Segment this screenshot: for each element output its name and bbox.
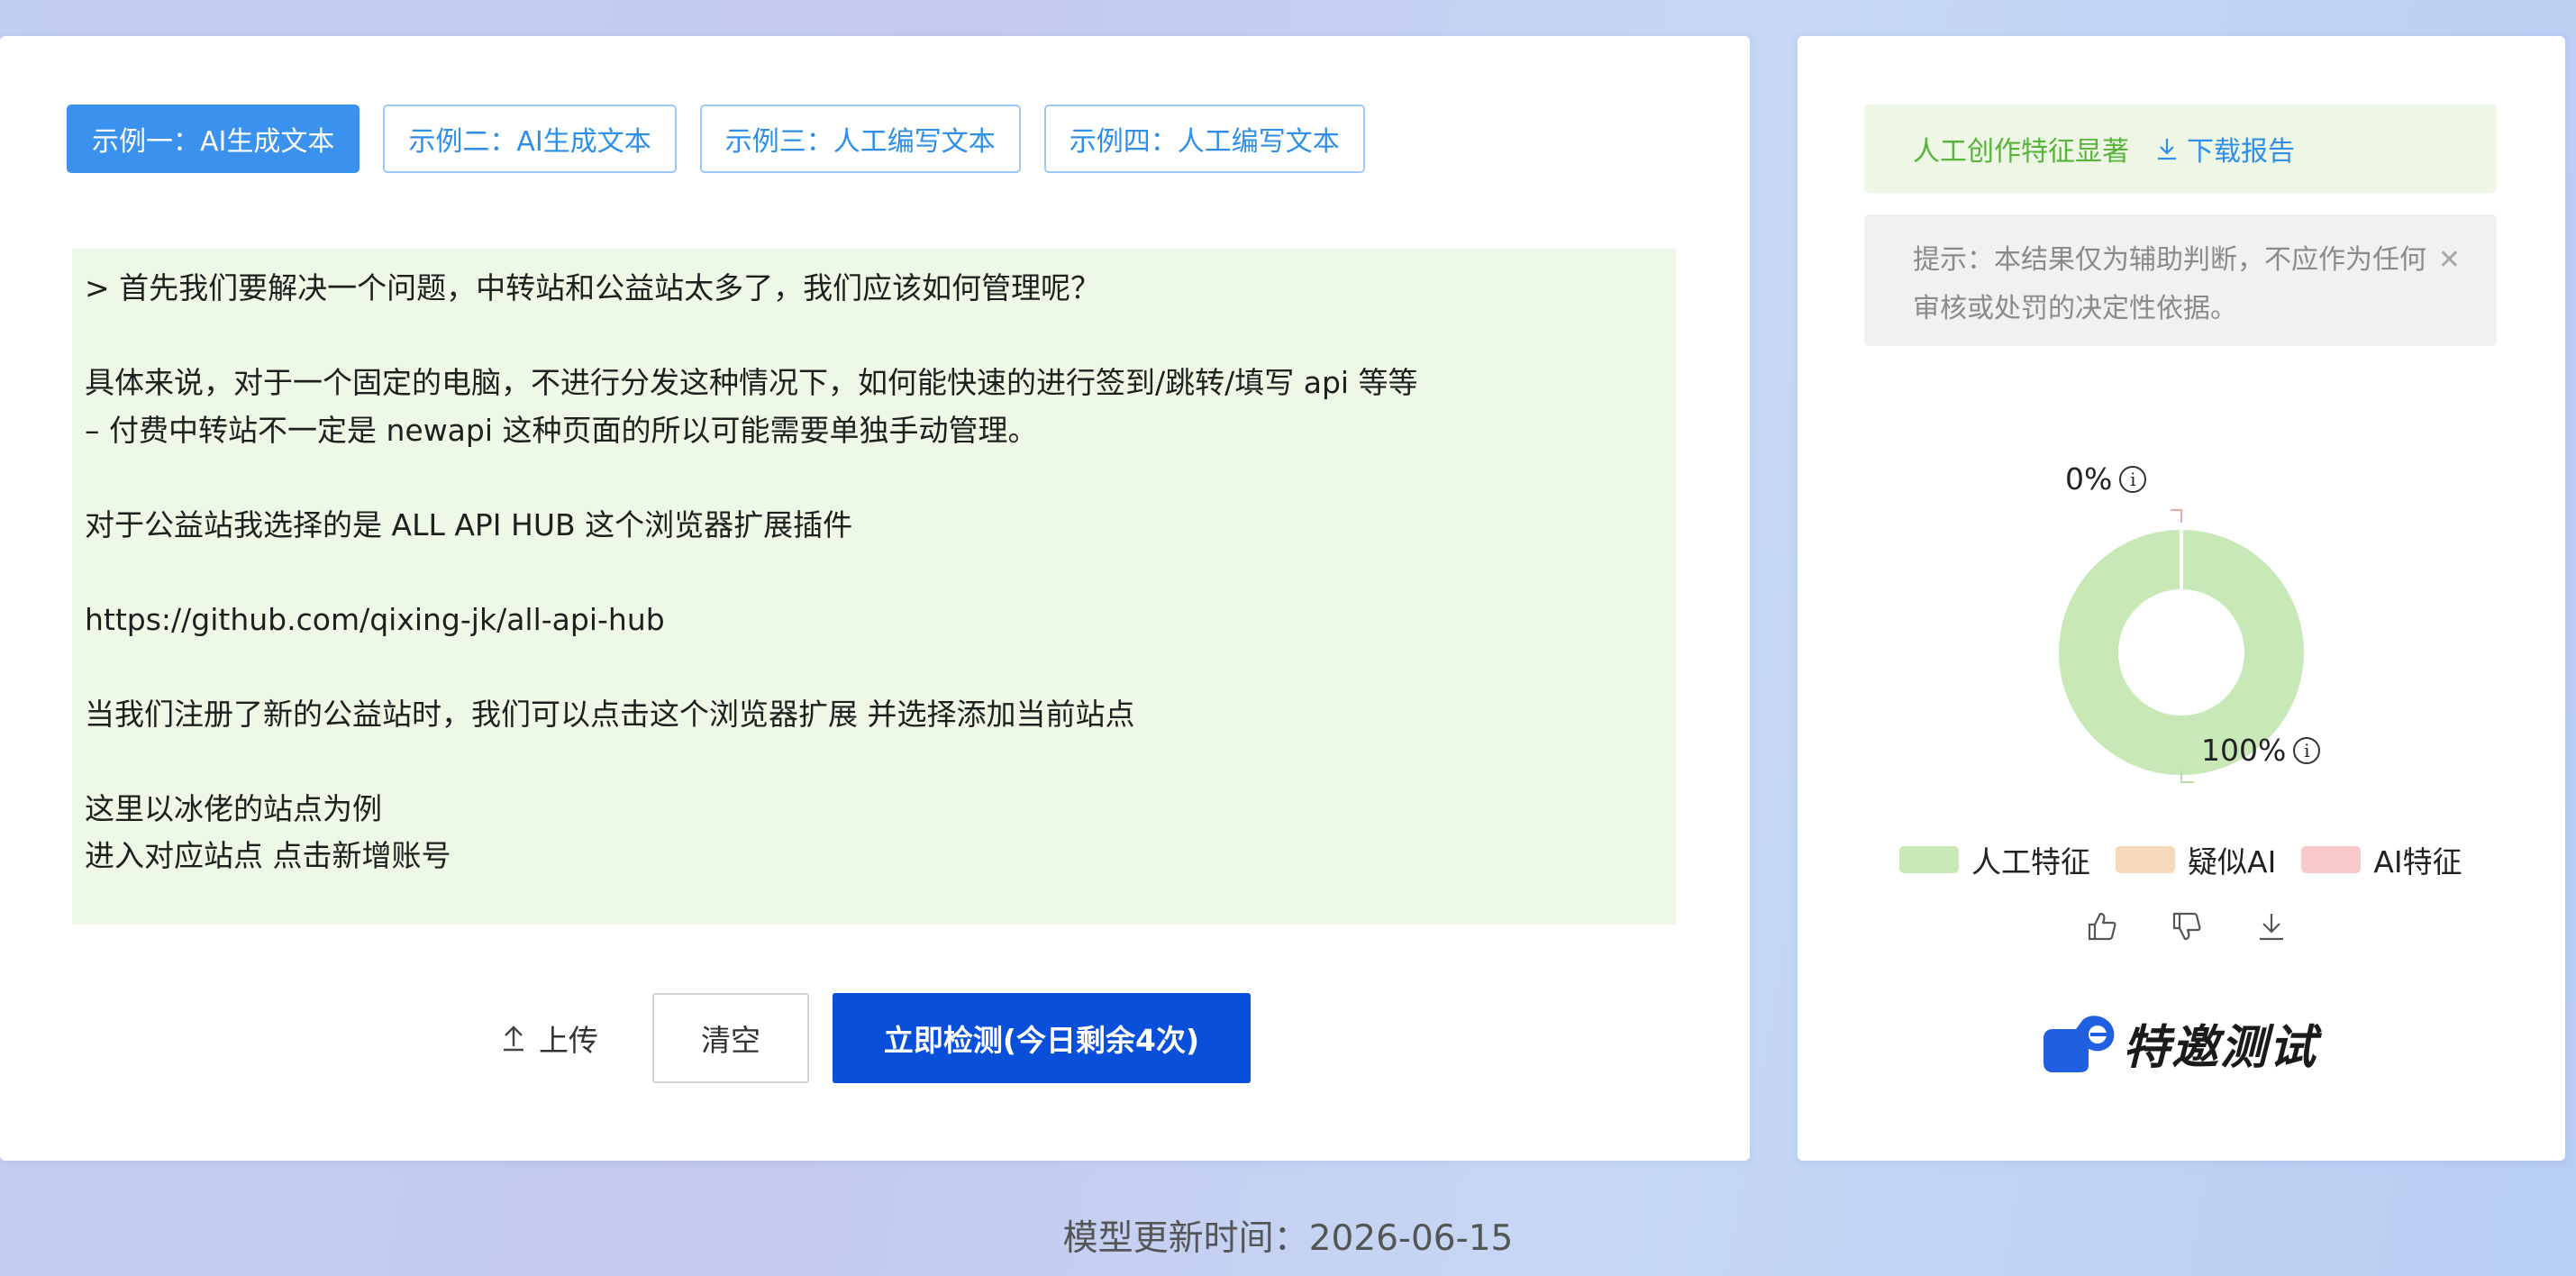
invite-test-label: 特邀测试 [2123,1021,2318,1075]
detect-button[interactable]: 立即检测(今日剩余4次) [833,993,1251,1083]
legend-swatch-suspected-ai [2116,846,2175,873]
action-bar: 上传 清空 立即检测(今日剩余4次) [0,993,1750,1083]
pointing-hand-icon [2044,1015,2115,1072]
result-summary: 人工创作特征显著 [1913,136,2129,168]
ai-percent-label: 0% i [2065,461,2147,497]
text-input-area[interactable]: > 首先我们要解决一个问题，中转站和公益站太多了，我们应该如何管理呢？ 具体来说… [72,249,1676,925]
human-percent-label: 100% i [2201,733,2321,768]
tab-example-2[interactable]: 示例二：AI生成文本 [383,105,677,173]
ai-percent-value: 0% [2065,461,2113,497]
legend-item-human[interactable]: 人工特征 [1899,838,2090,881]
model-update-time: 模型更新时间：2026-06-15 [1062,1218,1514,1259]
result-donut-chart [2059,509,2304,783]
thumbs-up-icon[interactable] [2086,910,2118,943]
info-icon[interactable]: i [2293,736,2321,764]
legend-label-ai: AI特征 [2373,844,2462,880]
chart-legend: 人工特征 疑似AI AI特征 [1899,838,2462,881]
upload-button[interactable]: 上传 [501,993,598,1083]
legend-item-suspected-ai[interactable]: 疑似AI [2116,838,2276,881]
download-report-link[interactable]: 下载报告 [2156,129,2295,169]
example-tabs: 示例一：AI生成文本 示例二：AI生成文本 示例三：人工编写文本 示例四：人工编… [67,105,1365,173]
download-report-label: 下载报告 [2187,136,2295,168]
invite-test-badge[interactable]: 特邀测试 [2040,1009,2317,1077]
download-icon[interactable] [2255,910,2288,943]
result-summary-bar: 人工创作特征显著 下载报告 [1864,105,2497,193]
clear-button[interactable]: 清空 [652,993,809,1083]
legend-label-human: 人工特征 [1971,844,2090,880]
legend-label-suspected-ai: 疑似AI [2188,844,2277,880]
upload-label: 上传 [539,1023,598,1058]
tip-box: 提示：本结果仅为辅助判断，不应作为任何审核或处罚的决定性依据。 ✕ [1864,214,2497,346]
tab-example-3[interactable]: 示例三：人工编写文本 [699,105,1021,173]
feedback-bar [2086,910,2288,943]
legend-item-ai[interactable]: AI特征 [2301,838,2462,881]
tab-example-1[interactable]: 示例一：AI生成文本 [67,105,360,173]
legend-swatch-ai [2301,846,2362,873]
detector-input-panel: 示例一：AI生成文本 示例二：AI生成文本 示例三：人工编写文本 示例四：人工编… [0,36,1750,1161]
human-percent-value: 100% [2201,733,2287,768]
tab-example-4[interactable]: 示例四：人工编写文本 [1043,105,1365,173]
tip-text: 提示：本结果仅为辅助判断，不应作为任何审核或处罚的决定性依据。 [1913,244,2426,324]
ai-label-leader [2171,509,2182,523]
info-icon[interactable]: i [2119,465,2147,493]
legend-swatch-human [1899,846,1959,873]
close-icon[interactable]: ✕ [2438,236,2461,285]
upload-icon [504,1025,523,1052]
download-icon [2158,139,2176,160]
detection-result-panel: 人工创作特征显著 下载报告 提示：本结果仅为辅助判断，不应作为任何审核或处罚的决… [1798,36,2565,1161]
thumbs-down-icon[interactable] [2171,910,2203,943]
